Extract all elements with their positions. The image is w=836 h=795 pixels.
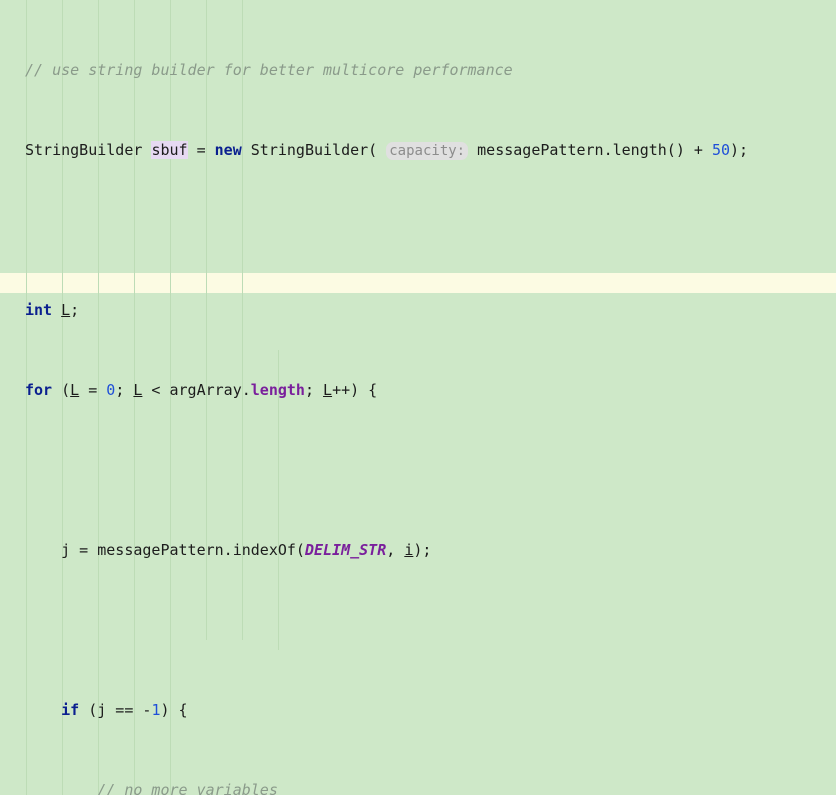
code-line[interactable]: StringBuilder sbuf = new StringBuilder( … [25, 140, 836, 160]
op-token: = [187, 141, 215, 159]
keyword-int: int [25, 301, 53, 319]
number-token: 0 [106, 381, 116, 399]
ctor-token: StringBuilder( [241, 141, 387, 159]
punct-token: ); [730, 141, 749, 159]
code-line[interactable]: // no more variables [25, 780, 836, 795]
keyword-for: for [25, 381, 53, 399]
param-hint-capacity: capacity: [386, 142, 469, 160]
code-line[interactable]: for (L = 0; L < argArray.length; L++) { [25, 380, 836, 400]
field-length: length [250, 381, 305, 399]
comment-token: // no more variables [97, 781, 278, 795]
comment-token: // use string builder for better multico… [25, 61, 513, 79]
static-field-delim-str: DELIM_STR [304, 541, 387, 559]
code-line[interactable]: j = messagePattern.indexOf(DELIM_STR, i)… [25, 540, 836, 560]
keyword-new: new [214, 141, 242, 159]
type-token: StringBuilder [25, 141, 152, 159]
code-line[interactable]: if (j == -1) { [25, 700, 836, 720]
expr-token: messagePattern.length() + [468, 141, 712, 159]
local-var-i[interactable]: i [404, 541, 413, 559]
code-editor[interactable]: // use string builder for better multico… [0, 0, 836, 795]
number-token: 50 [711, 141, 731, 159]
local-var-L[interactable]: L [70, 381, 79, 399]
sbuf-occurrence[interactable]: sbuf [151, 141, 188, 159]
keyword-if: if [61, 701, 80, 719]
code-line[interactable]: int L; [25, 300, 836, 320]
code-line[interactable]: // use string builder for better multico… [25, 60, 836, 80]
local-var-L[interactable]: L [323, 381, 332, 399]
local-var-L[interactable]: L [61, 301, 70, 319]
code-content[interactable]: // use string builder for better multico… [0, 0, 836, 795]
